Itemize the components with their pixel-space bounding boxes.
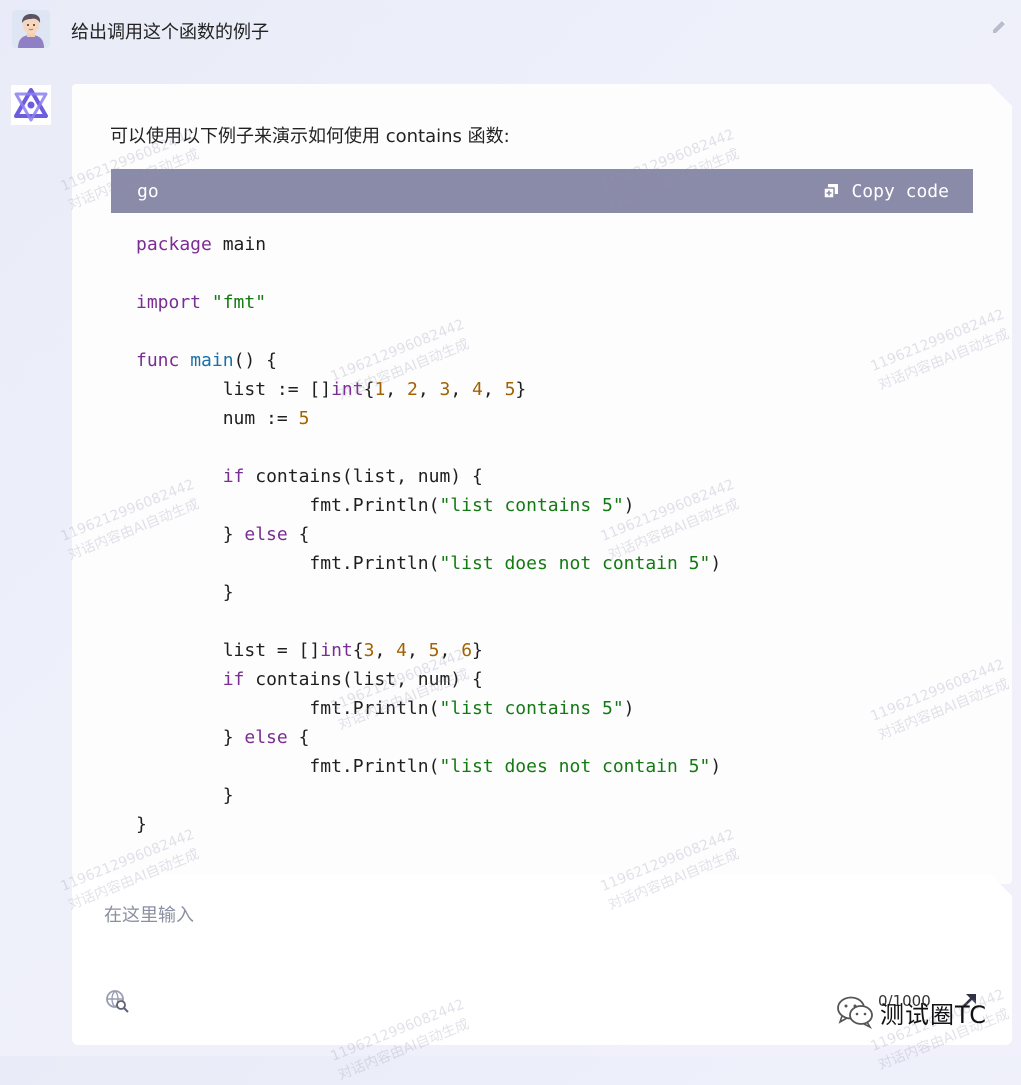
code-line: } — [136, 785, 234, 806]
code-line: func main() { — [136, 350, 277, 371]
bot-logo-icon — [11, 85, 51, 125]
code-line: list := []int{1, 2, 3, 4, 5} — [136, 379, 527, 400]
code-line: } else { — [136, 524, 310, 545]
code-line: fmt.Println("list contains 5") — [136, 698, 635, 719]
code-line: fmt.Println("list does not contain 5") — [136, 553, 722, 574]
code-line: package main — [136, 234, 267, 255]
copy-code-label: Copy code — [851, 180, 949, 202]
chat-input[interactable] — [102, 900, 966, 930]
assistant-answer-card: 可以使用以下例子来演示如何使用 contains 函数: go Copy cod… — [72, 84, 1012, 884]
code-block: package main import "fmt" func main() { … — [136, 230, 721, 839]
brand-text: 测试圈TC — [880, 1000, 988, 1029]
brand-watermark: 测试圈TC — [836, 992, 987, 1032]
assistant-intro-text: 可以使用以下例子来演示如何使用 contains 函数: — [110, 126, 510, 147]
user-message-text: 给出调用这个函数的例子 — [71, 22, 269, 43]
code-line: if contains(list, num) { — [222, 669, 483, 690]
pencil-icon[interactable] — [990, 18, 1008, 36]
code-block-header: go Copy code — [111, 169, 973, 213]
code-line: list = []int{3, 4, 5, 6} — [136, 640, 483, 661]
globe-search-icon[interactable] — [104, 988, 130, 1014]
copy-icon — [823, 183, 839, 199]
wechat-icon — [836, 995, 874, 1029]
user-message-row: 给出调用这个函数的例子 — [12, 10, 1008, 54]
code-line: } — [136, 582, 234, 603]
code-line: } — [136, 814, 147, 835]
code-line: num := 5 — [136, 408, 310, 429]
code-line: if contains(list, num) { — [222, 466, 483, 487]
code-line: fmt.Println("list contains 5") — [136, 495, 635, 516]
code-line: import "fmt" — [136, 292, 267, 313]
user-avatar-icon — [12, 10, 50, 48]
copy-code-button[interactable]: Copy code — [823, 179, 949, 203]
code-line: } else { — [136, 727, 310, 748]
code-line: fmt.Println("list does not contain 5") — [136, 756, 722, 777]
code-language-label: go — [137, 181, 159, 202]
